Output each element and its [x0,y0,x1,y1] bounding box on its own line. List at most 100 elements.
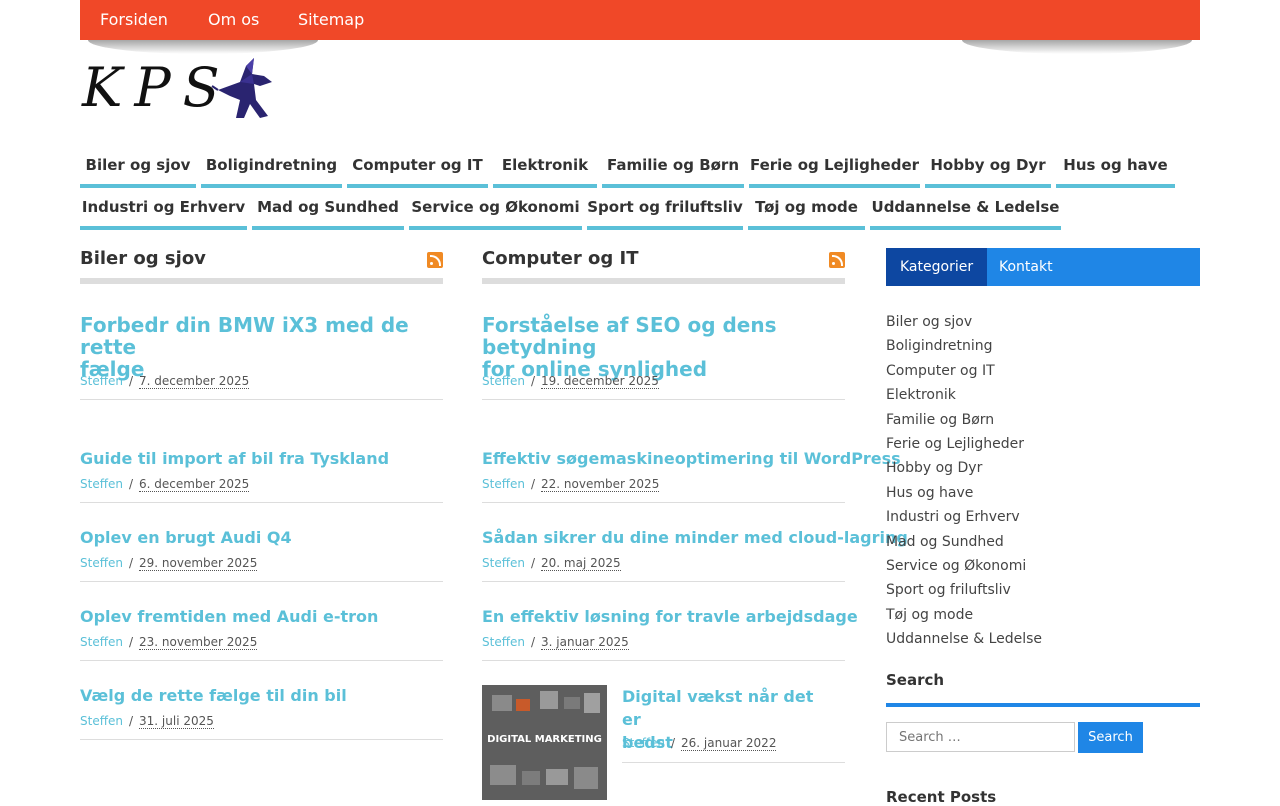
post-date[interactable]: 29. november 2025 [139,556,258,571]
column-heading-biler-og-sjov: Biler og sjov [80,246,443,284]
post-meta: Steffen/3. januar 2025 [482,635,629,650]
post-author-link[interactable]: Steffen [482,556,525,570]
category-link[interactable]: Sport og friluftsliv [886,578,1042,602]
divider [80,660,443,661]
category-list: Biler og sjov Boligindretning Computer o… [886,310,1042,652]
post-meta: Steffen/19. december 2025 [482,374,659,389]
cat-nav-boligindretning[interactable]: Boligindretning [201,146,342,188]
post-date[interactable]: 20. maj 2025 [541,556,621,571]
post-date[interactable]: 26. januar 2022 [681,736,777,751]
search-heading-rule [886,703,1200,707]
tab-kategorier[interactable]: Kategorier [886,248,988,286]
top-navigation-bar: Forsiden Om os Sitemap [80,0,1200,40]
divider [80,739,443,740]
cat-nav-familie-og-born[interactable]: Familie og Børn [602,146,744,188]
post-meta: Steffen/23. november 2025 [80,635,258,650]
category-link[interactable]: Service og Økonomi [886,554,1042,578]
post-title[interactable]: Vælg de rette fælge til din bil [80,685,347,707]
rss-icon[interactable] [829,252,845,268]
category-link[interactable]: Hobby og Dyr [886,456,1042,480]
post-date[interactable]: 23. november 2025 [139,635,258,650]
divider [80,581,443,582]
cat-nav-uddannelse-ledelse[interactable]: Uddannelse & Ledelse [870,188,1061,230]
post-author-link[interactable]: Steffen [80,635,123,649]
post-author-link[interactable]: Steffen [80,714,123,728]
post-meta: Steffen/20. maj 2025 [482,556,621,571]
post-meta: Steffen/29. november 2025 [80,556,258,571]
nav-link-forsiden[interactable]: Forsiden [100,0,168,40]
site-logo[interactable]: KPS [82,54,282,126]
category-link[interactable]: Hus og have [886,481,1042,505]
thumbnail-caption: DIGITAL MARKETING [487,734,602,745]
cat-nav-elektronik[interactable]: Elektronik [493,146,597,188]
post-title[interactable]: Oplev fremtiden med Audi e-tron [80,606,378,628]
lead-post-title[interactable]: Forbedr din BMW iX3 med de rette fælge [80,314,443,380]
unicorn-logo-icon [211,58,272,118]
category-link[interactable]: Mad og Sundhed [886,530,1042,554]
cat-nav-hobby-og-dyr[interactable]: Hobby og Dyr [925,146,1051,188]
cat-nav-biler-og-sjov[interactable]: Biler og sjov [80,146,196,188]
search-input[interactable] [886,722,1075,752]
cat-nav-hus-og-have[interactable]: Hus og have [1056,146,1175,188]
post-title[interactable]: Sådan sikrer du dine minder med cloud-la… [482,527,908,549]
post-date[interactable]: 22. november 2025 [541,477,660,492]
category-link[interactable]: Familie og Børn [886,408,1042,432]
lead-post-title[interactable]: Forståelse af SEO og dens betydning for … [482,314,845,380]
post-title[interactable]: Effektiv søgemaskineoptimering til WordP… [482,448,901,470]
post-title[interactable]: En effektiv løsning for travle arbejdsda… [482,606,858,628]
divider [482,502,845,503]
category-link[interactable]: Tøj og mode [886,603,1042,627]
recent-posts-heading: Recent Posts [886,788,997,806]
divider [482,399,845,400]
cat-nav-mad-og-sundhed[interactable]: Mad og Sundhed [252,188,404,230]
cat-nav-service-og-okonomi[interactable]: Service og Økonomi [409,188,582,230]
nav-link-om-os[interactable]: Om os [208,0,259,40]
column-heading-computer-og-it: Computer og IT [482,246,845,284]
column-title[interactable]: Biler og sjov [80,246,443,272]
cat-nav-toj-og-mode[interactable]: Tøj og mode [748,188,865,230]
cat-nav-industri-og-erhverv[interactable]: Industri og Erhverv [80,188,247,230]
post-author-link[interactable]: Steffen [482,374,525,388]
column-title[interactable]: Computer og IT [482,246,845,272]
post-meta: Steffen/22. november 2025 [482,477,660,492]
search-button[interactable]: Search [1078,722,1143,753]
post-author-link[interactable]: Steffen [482,477,525,491]
post-date[interactable]: 19. december 2025 [541,374,659,389]
post-author-link[interactable]: Steffen [80,477,123,491]
post-title[interactable]: Guide til import af bil fra Tyskland [80,448,389,470]
post-meta: Steffen/26. januar 2022 [622,736,777,751]
category-link[interactable]: Ferie og Lejligheder [886,432,1042,456]
post-date[interactable]: 3. januar 2025 [541,635,629,650]
post-meta: Steffen/6. december 2025 [80,477,250,492]
divider [622,762,845,763]
post-author-link[interactable]: Steffen [622,736,665,750]
divider [482,660,845,661]
header-shadow-left [88,40,318,54]
post-author-link[interactable]: Steffen [80,374,123,388]
cat-nav-sport-og-friluftsliv[interactable]: Sport og friluftsliv [587,188,743,230]
category-link[interactable]: Biler og sjov [886,310,1042,334]
nav-link-sitemap[interactable]: Sitemap [298,0,364,40]
rss-icon[interactable] [427,252,443,268]
category-link[interactable]: Boligindretning [886,334,1042,358]
post-meta: Steffen/31. juli 2025 [80,714,214,729]
post-thumbnail-image[interactable]: DIGITAL MARKETING [482,685,607,800]
post-date[interactable]: 7. december 2025 [139,374,250,389]
cat-nav-ferie-og-lejligheder[interactable]: Ferie og Lejligheder [749,146,920,188]
post-date[interactable]: 6. december 2025 [139,477,250,492]
post-date[interactable]: 31. juli 2025 [139,714,214,729]
header-shadow-right [962,40,1192,54]
tab-kontakt[interactable]: Kontakt [985,248,1067,286]
divider [80,399,443,400]
post-author-link[interactable]: Steffen [482,635,525,649]
cat-nav-computer-og-it[interactable]: Computer og IT [347,146,488,188]
sidebar-tabs: Kategorier Kontakt [886,248,1200,286]
category-link[interactable]: Uddannelse & Ledelse [886,627,1042,651]
category-link[interactable]: Computer og IT [886,359,1042,383]
category-link[interactable]: Elektronik [886,383,1042,407]
category-link[interactable]: Industri og Erhverv [886,505,1042,529]
divider [80,502,443,503]
post-author-link[interactable]: Steffen [80,556,123,570]
divider [482,581,845,582]
post-title[interactable]: Oplev en brugt Audi Q4 [80,527,292,549]
